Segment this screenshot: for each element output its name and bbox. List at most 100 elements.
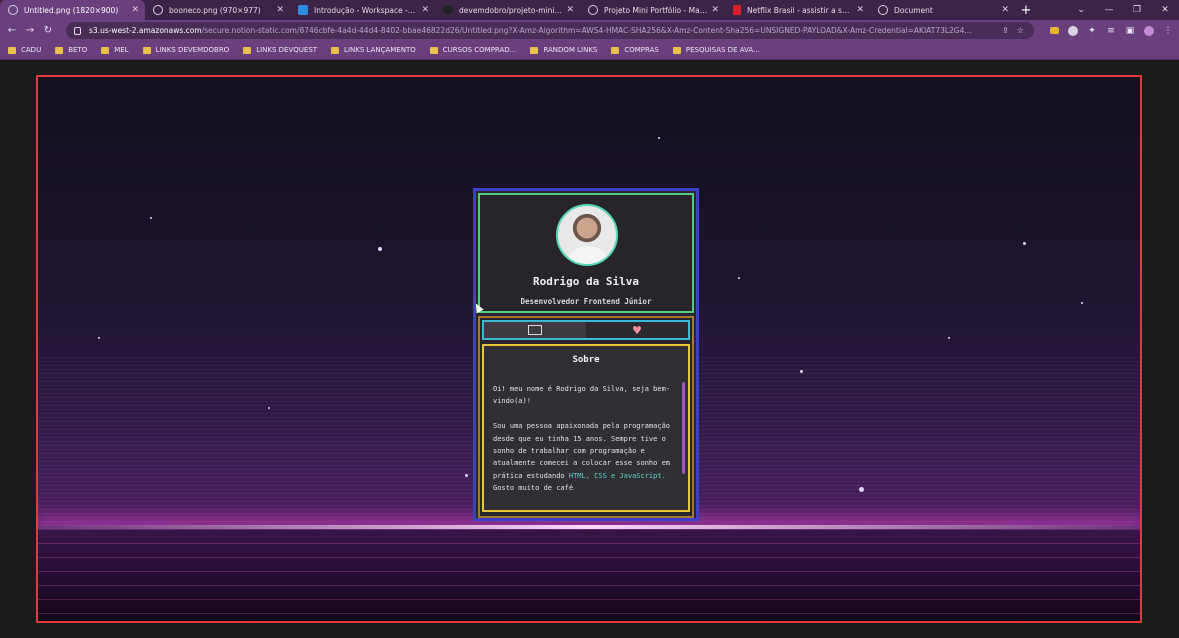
address-bar[interactable]: s3.us-west-2.amazonaws.com/secure.notion…	[66, 22, 1034, 39]
browser-tab[interactable]: Untitled.png (1820×900) ✕	[0, 0, 145, 20]
profile-card: Rodrigo da Silva Desenvolvedor Frontend …	[473, 188, 699, 521]
browser-tab[interactable]: Introdução - Workspace - Visua ✕	[290, 0, 435, 20]
about-title: Sobre	[572, 355, 600, 365]
lock-icon[interactable]	[74, 26, 81, 35]
profile-avatar-icon[interactable]	[1144, 25, 1154, 36]
back-icon[interactable]: ←	[3, 25, 21, 36]
browser-tab-bar: Untitled.png (1820×900) ✕ booneco.png (9…	[0, 0, 1179, 20]
profile-role: Desenvolvedor Frontend Júnior	[520, 297, 652, 306]
browser-tab[interactable]: devemdobro/projeto-mini-port ✕	[435, 0, 580, 20]
browser-tab[interactable]: Projeto Mini Portfólio - MapaD ✕	[580, 0, 725, 20]
bookmarks-bar: CADU BETO MEL LINKS DEVEMDOBRO LINKS DEV…	[0, 41, 1179, 60]
close-icon[interactable]: ✕	[276, 5, 284, 15]
globe-icon	[588, 5, 598, 15]
star-icon[interactable]: ☆	[1017, 26, 1024, 35]
tab-title: Document	[894, 5, 933, 15]
restore-icon[interactable]: ❐	[1123, 5, 1151, 15]
password-manager-icon[interactable]	[1050, 27, 1059, 34]
bookmark-folder[interactable]: CURSOS COMPRAD...	[429, 46, 516, 54]
puzzle-icon[interactable]: ✦	[1087, 26, 1097, 36]
heart-icon: ♥	[632, 323, 642, 337]
star	[1081, 302, 1083, 304]
close-icon[interactable]: ✕	[856, 5, 864, 15]
bookmark-folder[interactable]: COMPRAS	[611, 46, 659, 54]
star	[658, 137, 660, 139]
scrollbar[interactable]	[682, 382, 685, 474]
folder-icon	[611, 46, 620, 54]
browser-toolbar: ← → ↻ s3.us-west-2.amazonaws.com/secure.…	[0, 20, 1179, 41]
forward-icon[interactable]: →	[21, 25, 39, 36]
grid-floor	[38, 529, 1140, 621]
tab-about[interactable]	[484, 322, 586, 338]
folder-icon	[429, 46, 438, 54]
tab-favorites[interactable]: ♥	[586, 322, 688, 338]
extension-icon[interactable]	[1068, 25, 1078, 36]
minimize-icon[interactable]: —	[1095, 5, 1123, 15]
card-tabs: ♥	[482, 320, 690, 340]
folder-icon	[672, 46, 681, 54]
tab-search-icon[interactable]: ⌄	[1067, 5, 1095, 15]
star	[465, 474, 468, 477]
about-text: Oi! meu nome é Rodrigo da Silva, seja be…	[493, 383, 677, 507]
star	[948, 337, 950, 339]
bookmark-folder[interactable]: RANDOM LINKS	[530, 46, 597, 54]
bookmark-folder[interactable]: BETO	[55, 46, 87, 54]
bookmark-folder[interactable]: LINKS DEVEMDOBRO	[142, 46, 229, 54]
reload-icon[interactable]: ↻	[39, 25, 57, 36]
new-tab-button[interactable]: +	[1015, 0, 1037, 20]
content-panel: ♥ Sobre Oi! meu nome é Rodrigo da Silva,…	[478, 316, 694, 518]
profile-header: Rodrigo da Silva Desenvolvedor Frontend …	[478, 193, 694, 313]
folder-icon	[530, 46, 539, 54]
profile-name: Rodrigo da Silva	[533, 275, 639, 288]
star	[800, 370, 803, 373]
star	[378, 247, 382, 251]
globe-icon	[878, 5, 888, 15]
star	[150, 217, 152, 219]
side-panel-icon[interactable]: ▣	[1125, 26, 1135, 36]
folder-icon	[8, 46, 16, 54]
page-viewport: Rodrigo da Silva Desenvolvedor Frontend …	[0, 61, 1179, 638]
bookmark-folder[interactable]: PESQUISAS DE AVA...	[672, 46, 760, 54]
close-icon[interactable]: ✕	[566, 5, 574, 15]
browser-tab[interactable]: booneco.png (970×977) ✕	[145, 0, 290, 20]
reading-list-icon[interactable]: ≡	[1106, 26, 1116, 36]
close-icon[interactable]: ✕	[131, 5, 139, 15]
close-icon[interactable]: ✕	[421, 5, 429, 15]
menu-icon[interactable]: ⋮	[1163, 26, 1173, 36]
globe-icon	[153, 5, 163, 15]
tab-title: Netflix Brasil - assistir a séries o	[747, 5, 852, 15]
folder-icon	[331, 46, 340, 54]
folder-icon	[55, 46, 64, 54]
star	[738, 277, 740, 279]
star	[98, 337, 100, 339]
browser-tab[interactable]: Netflix Brasil - assistir a séries o ✕	[725, 0, 870, 20]
share-icon[interactable]: ⇪	[1002, 26, 1009, 35]
url-text: s3.us-west-2.amazonaws.com/secure.notion…	[89, 26, 972, 35]
star	[859, 487, 864, 492]
avatar	[556, 204, 618, 266]
netflix-icon	[733, 5, 741, 15]
tab-title: Introdução - Workspace - Visua	[314, 5, 418, 15]
about-paragraph: Sou uma pessoa apaixonada pela programaç…	[493, 422, 671, 493]
close-window-icon[interactable]: ✕	[1151, 5, 1179, 15]
browser-tab[interactable]: Document ✕	[870, 0, 1015, 20]
tab-title: Projeto Mini Portfólio - MapaD	[604, 5, 708, 15]
about-section[interactable]: Sobre Oi! meu nome é Rodrigo da Silva, s…	[482, 344, 690, 512]
bookmark-folder[interactable]: LINKS LANÇAMENTO	[331, 46, 416, 54]
bookmark-folder[interactable]: CADU	[8, 46, 41, 54]
tab-title: Untitled.png (1820×900)	[24, 5, 119, 15]
monitor-icon	[528, 325, 542, 335]
folder-icon	[142, 46, 151, 54]
close-icon[interactable]: ✕	[1001, 5, 1009, 15]
portfolio-scene: Rodrigo da Silva Desenvolvedor Frontend …	[36, 75, 1142, 623]
close-icon[interactable]: ✕	[711, 5, 719, 15]
tab-title: devemdobro/projeto-mini-port	[459, 5, 563, 15]
star	[1023, 242, 1026, 245]
bookmark-folder[interactable]: LINKS DEVQUEST	[243, 46, 317, 54]
vscode-icon	[298, 5, 308, 15]
folder-icon	[243, 46, 252, 54]
bookmark-folder[interactable]: MEL	[101, 46, 129, 54]
tab-title: booneco.png (970×977)	[169, 5, 261, 15]
github-icon	[443, 5, 453, 15]
window-controls: ⌄ — ❐ ✕	[1067, 0, 1179, 20]
